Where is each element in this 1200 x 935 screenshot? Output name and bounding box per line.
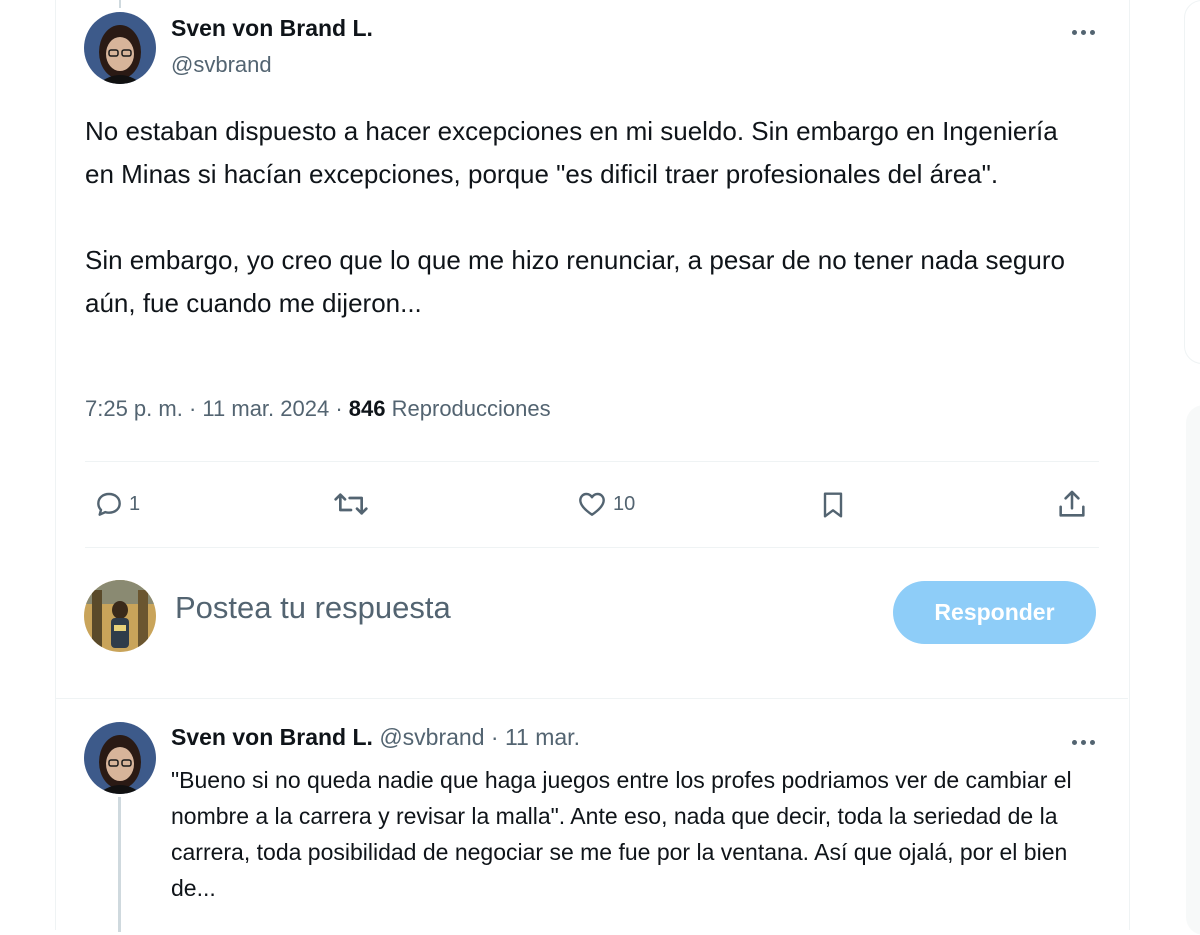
views-label: Reproducciones bbox=[391, 396, 551, 421]
reply-count: 1 bbox=[129, 492, 141, 515]
sidebar-trends-card bbox=[1186, 405, 1200, 935]
tweet-body: No estaban dispuesto a hacer excepciones… bbox=[85, 110, 1085, 325]
reply-author-avatar[interactable] bbox=[84, 722, 156, 794]
retweet-icon bbox=[334, 493, 368, 515]
divider bbox=[85, 547, 1099, 548]
reply-author-name[interactable]: Sven von Brand L. bbox=[171, 724, 373, 750]
tweet-paragraph-2: Sin embargo, yo creo que lo que me hizo … bbox=[85, 245, 1065, 318]
sidebar-search-card bbox=[1184, 0, 1200, 364]
share-button[interactable] bbox=[1055, 487, 1089, 521]
bookmark-icon bbox=[823, 492, 843, 518]
reply-button[interactable]: 1 bbox=[93, 488, 140, 520]
like-button[interactable]: 10 bbox=[575, 488, 635, 520]
like-icon bbox=[579, 492, 605, 516]
tweet-time[interactable]: 7:25 p. m. bbox=[85, 396, 183, 421]
share-icon bbox=[1059, 490, 1085, 517]
reply-input[interactable]: Postea tu respuesta bbox=[175, 590, 451, 626]
tweet-paragraph-1: No estaban dispuesto a hacer excepciones… bbox=[85, 116, 1058, 189]
divider bbox=[85, 461, 1099, 462]
meta-separator: · bbox=[335, 396, 343, 421]
author-avatar[interactable] bbox=[84, 12, 156, 84]
reply-body: "Bueno si no queda nadie que haga juegos… bbox=[171, 767, 1072, 901]
author-name[interactable]: Sven von Brand L. bbox=[171, 15, 373, 42]
more-icon[interactable] bbox=[1063, 17, 1103, 47]
reply-author-handle[interactable]: @svbrand bbox=[379, 724, 484, 750]
bookmark-button[interactable] bbox=[817, 488, 849, 522]
tweet-meta: 7:25 p. m. · 11 mar. 2024 · 846 Reproduc… bbox=[85, 396, 551, 422]
meta-separator: · bbox=[188, 396, 197, 421]
views-count: 846 bbox=[348, 396, 386, 421]
like-count: 10 bbox=[613, 492, 636, 515]
author-handle[interactable]: @svbrand bbox=[171, 52, 272, 78]
reply-header: Sven von Brand L. @svbrand · 11 mar. bbox=[171, 724, 580, 751]
responder-button[interactable]: Responder bbox=[893, 581, 1096, 644]
thread-line bbox=[118, 797, 121, 932]
retweet-button[interactable] bbox=[332, 488, 374, 520]
tweet-date[interactable]: 11 mar. 2024 bbox=[202, 396, 329, 421]
section-divider bbox=[56, 698, 1128, 699]
reply-icon bbox=[97, 492, 121, 516]
reply-more-icon[interactable] bbox=[1063, 727, 1103, 757]
reply-separator: · bbox=[490, 724, 499, 750]
reply-date[interactable]: 11 mar. bbox=[505, 724, 580, 750]
user-avatar[interactable] bbox=[84, 580, 156, 652]
thread-connector-top bbox=[119, 0, 121, 8]
